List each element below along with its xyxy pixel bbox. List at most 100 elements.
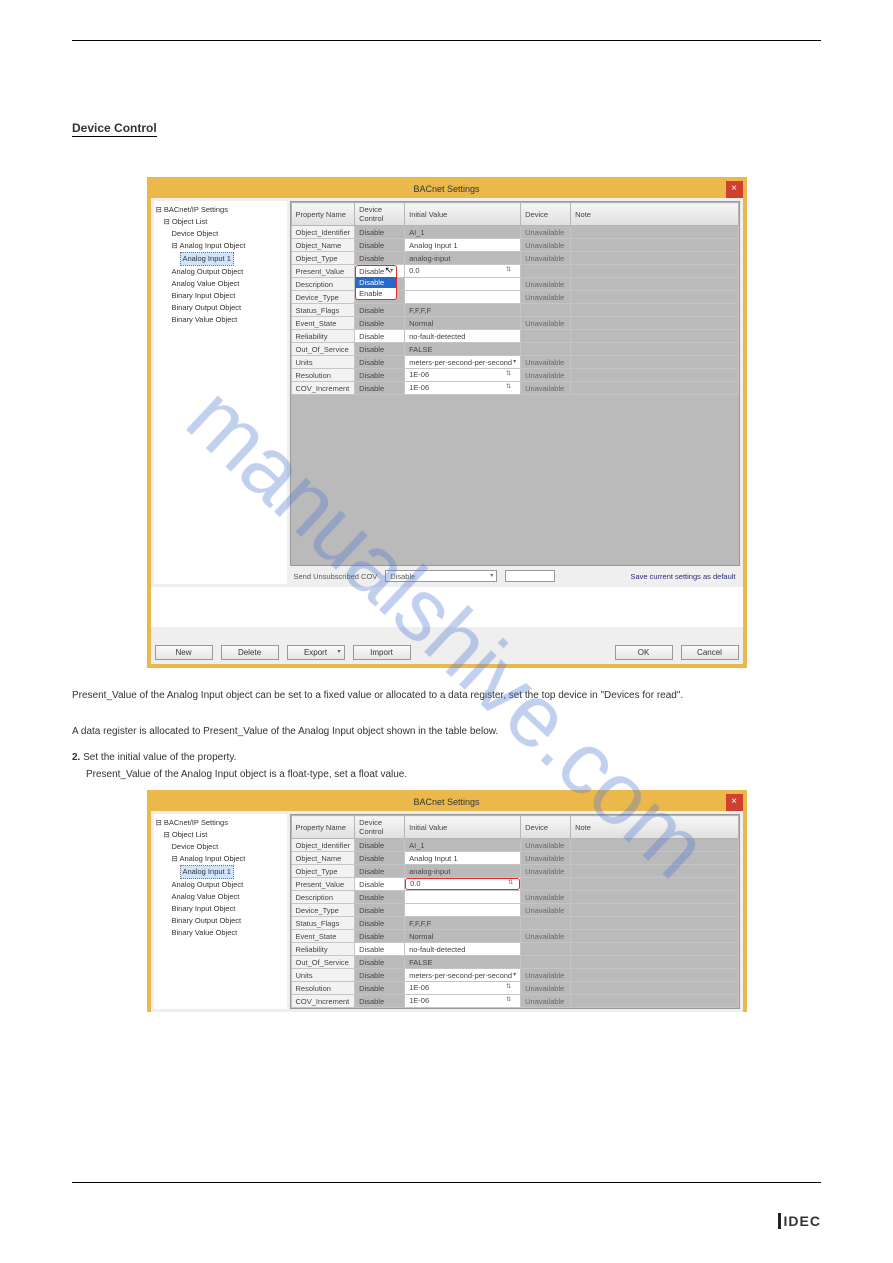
delete-button[interactable]: Delete (221, 645, 279, 660)
cancel-button[interactable]: Cancel (681, 645, 739, 660)
table-row: Object_NameDisableAnalog Input 1Unavaila… (291, 852, 738, 865)
cov-increment-input[interactable]: 1E-06⇅ (405, 995, 521, 1008)
table-row: Object_IdentifierDisableAI_1Unavailable (291, 226, 738, 239)
tree-device-object[interactable]: Device Object (156, 228, 285, 240)
spinner-icon[interactable]: ⇅ (506, 983, 516, 993)
tree-analog-input-object[interactable]: ⊟ Analog Input Object (156, 853, 285, 865)
spinner-icon[interactable]: ⇅ (506, 266, 516, 276)
spinner-icon[interactable]: ⇅ (506, 383, 516, 393)
table-row: ResolutionDisable1E-06⇅Unavailable (291, 982, 738, 995)
dialog-title: BACnet Settings (413, 797, 479, 807)
table-row: Device_TypeDisableUnavailable (291, 904, 738, 917)
table-row: UnitsDisablemeters-per-second-per-second… (291, 356, 738, 369)
grid-empty-area (291, 395, 739, 565)
device-control-cell[interactable]: Disable (355, 878, 405, 891)
top-rule (72, 40, 821, 41)
chevron-down-icon: ▾ (513, 971, 516, 978)
dialog-titlebar: BACnet Settings × (151, 181, 743, 198)
tree-binary-output-object[interactable]: Binary Output Object (156, 302, 285, 314)
property-grid: Property Name Device Control Initial Val… (290, 814, 740, 1009)
tree-binary-value-object[interactable]: Binary Value Object (156, 314, 285, 326)
step-2-sub: Present_Value of the Analog Input object… (86, 769, 821, 780)
tree-analog-output-object[interactable]: Analog Output Object (156, 266, 285, 278)
table-row: Present_Value Disable 0.0⇅ (291, 878, 738, 891)
dropdown-option[interactable]: Enable↖ (356, 288, 396, 299)
table-row: COV_IncrementDisable1E-06⇅Unavailable (291, 995, 738, 1008)
chevron-down-icon: ▾ (513, 358, 516, 365)
dialog-buttons: New Delete Export Import OK Cancel (151, 627, 743, 664)
device-control-dropdown[interactable]: Disable▾ Disable Enable↖ (355, 265, 405, 278)
table-row: Object_TypeDisableanalog-inputUnavailabl… (291, 252, 738, 265)
tree-analog-input-1[interactable]: Analog Input 1 (180, 865, 234, 879)
spinner-icon[interactable]: ⇅ (508, 879, 518, 889)
tree-objectlist[interactable]: ⊟ Object List (156, 216, 285, 228)
resolution-input[interactable]: 1E-06⇅ (405, 982, 521, 995)
table-row: COV_IncrementDisable1E-06⇅Unavailable (291, 382, 738, 395)
prose-2: A data register is allocated to Present_… (72, 724, 821, 740)
tree-binary-input-object[interactable]: Binary Input Object (156, 903, 285, 915)
tree-root[interactable]: ⊟ BACnet/IP Settings (156, 817, 285, 829)
object-tree[interactable]: ⊟ BACnet/IP Settings ⊟ Object List Devic… (154, 814, 287, 1009)
table-row: DescriptionDisableUnavailable (291, 891, 738, 904)
export-button[interactable]: Export (287, 645, 345, 660)
table-row: ResolutionDisable1E-06⇅Unavailable (291, 369, 738, 382)
table-row: ReliabilityDisableno-fault-detected (291, 943, 738, 956)
table-row: Object_TypeDisableanalog-inputUnavailabl… (291, 865, 738, 878)
resolution-input[interactable]: 1E-06⇅ (405, 369, 521, 382)
step-2: 2. Set the initial value of the property… (72, 752, 821, 763)
tree-binary-value-object[interactable]: Binary Value Object (156, 927, 285, 939)
idec-logo: IDEC (778, 1213, 821, 1229)
dropdown-option-selected[interactable]: Disable (356, 277, 396, 288)
close-icon[interactable]: × (726, 181, 743, 198)
import-button[interactable]: Import (353, 645, 411, 660)
tree-device-object[interactable]: Device Object (156, 841, 285, 853)
close-icon[interactable]: × (726, 794, 743, 811)
header-initial-value: Initial Value (405, 203, 521, 226)
tree-analog-output-object[interactable]: Analog Output Object (156, 879, 285, 891)
lower-panel (154, 587, 740, 627)
table-row: Object_NameDisableAnalog Input 1Unavaila… (291, 239, 738, 252)
table-row: Present_Value Disable▾ Disable Enable↖ 0… (291, 265, 738, 278)
table-row: Object_IdentifierDisableAI_1Unavailable (291, 839, 738, 852)
save-defaults-link[interactable]: Save current settings as default (630, 572, 735, 581)
present-value-input[interactable]: 0.0⇅ (405, 265, 521, 278)
present-value-input[interactable]: 0.0⇅ (405, 878, 521, 891)
tree-analog-value-object[interactable]: Analog Value Object (156, 278, 285, 290)
tree-root[interactable]: ⊟ BACnet/IP Settings (156, 204, 285, 216)
new-button[interactable]: New (155, 645, 213, 660)
spinner-icon[interactable]: ⇅ (506, 370, 516, 380)
ok-button[interactable]: OK (615, 645, 673, 660)
spinner-icon[interactable]: ⇅ (506, 996, 516, 1006)
bacnet-dialog-2: BACnet Settings × ⊟ BACnet/IP Settings ⊟… (147, 790, 747, 1012)
page-footer: IDEC (0, 1203, 893, 1249)
table-row: Event_StateDisableNormalUnavailable (291, 930, 738, 943)
grid-header-row: Property Name Device Control Initial Val… (291, 816, 738, 839)
bottom-controls: Send Unsubscribed COV Disable▾ Save curr… (290, 568, 740, 584)
dropdown-menu[interactable]: Disable▾ Disable Enable↖ (355, 265, 397, 300)
cov-select[interactable]: Disable▾ (385, 570, 497, 582)
cov-increment-input[interactable]: 1E-06⇅ (405, 382, 521, 395)
prose-1: Present_Value of the Analog Input object… (72, 688, 821, 704)
object-tree[interactable]: ⊟ BACnet/IP Settings ⊟ Object List Devic… (154, 201, 287, 584)
header-device-control: Device Control (355, 203, 405, 226)
units-select[interactable]: meters-per-second-per-second▾ (405, 356, 521, 369)
tree-objectlist[interactable]: ⊟ Object List (156, 829, 285, 841)
cov-value-input[interactable] (505, 570, 555, 582)
tree-analog-value-object[interactable]: Analog Value Object (156, 891, 285, 903)
table-row: UnitsDisablemeters-per-second-per-second… (291, 969, 738, 982)
table-row: Event_StateDisableNormalUnavailable (291, 317, 738, 330)
tree-analog-input-1[interactable]: Analog Input 1 (180, 252, 234, 266)
units-select[interactable]: meters-per-second-per-second▾ (405, 969, 521, 982)
tree-analog-input-object[interactable]: ⊟ Analog Input Object (156, 240, 285, 252)
chevron-down-icon: ▾ (490, 572, 493, 579)
property-grid: Property Name Device Control Initial Val… (290, 201, 740, 566)
header-property-name: Property Name (291, 203, 355, 226)
header-device: Device (521, 203, 571, 226)
tree-binary-input-object[interactable]: Binary Input Object (156, 290, 285, 302)
tree-binary-output-object[interactable]: Binary Output Object (156, 915, 285, 927)
table-row: Status_FlagsDisableF,F,F,F (291, 917, 738, 930)
grid-header-row: Property Name Device Control Initial Val… (291, 203, 738, 226)
bottom-rule (72, 1182, 821, 1183)
dialog-title: BACnet Settings (413, 184, 479, 194)
cursor-icon: ↖ (385, 265, 393, 276)
